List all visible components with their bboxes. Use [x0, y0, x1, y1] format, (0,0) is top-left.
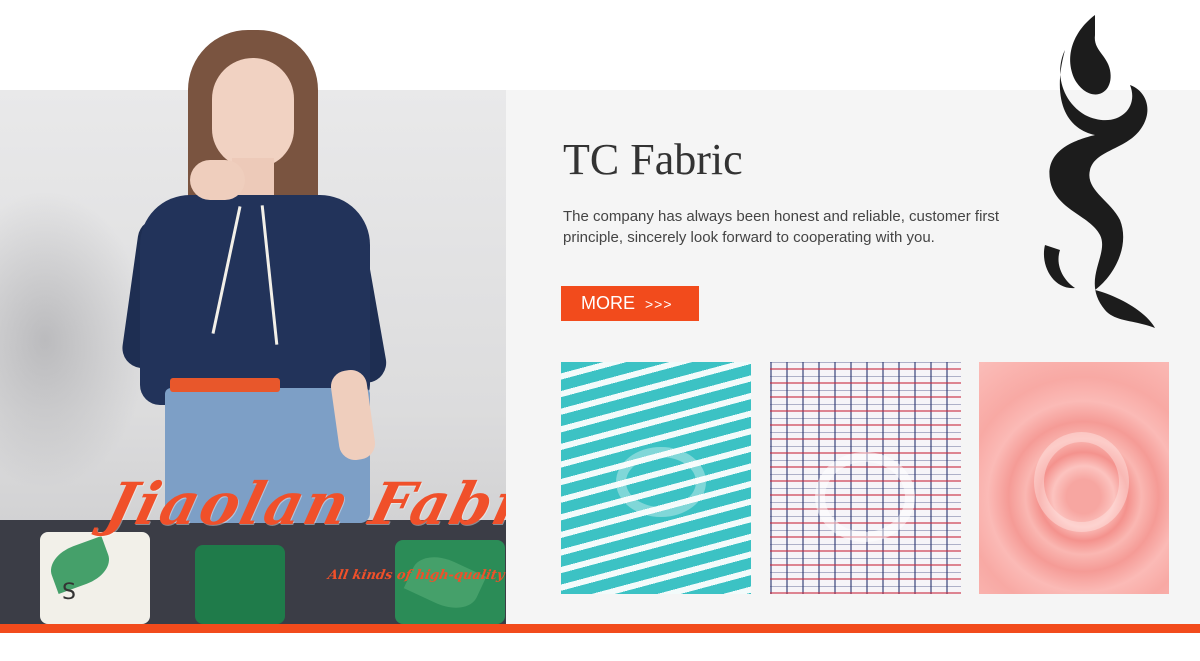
- fabric-swirl: [815, 452, 915, 542]
- description-text: The company has always been honest and r…: [563, 208, 1000, 246]
- more-arrows-icon: >>>: [645, 295, 673, 312]
- brand-tagline: All kinds of high-quality fabrics: [326, 568, 506, 583]
- pillow: [195, 545, 285, 624]
- fabric-swirl: [616, 447, 706, 517]
- banner: S Jiaolan Fabric All kinds of high-quali…: [0, 0, 1200, 661]
- model-belt: [170, 378, 280, 392]
- fabric-swirl: [1034, 432, 1129, 532]
- accent-bottom-line: [0, 624, 1200, 633]
- brand-script-logo: Jiaolan Fabric: [99, 470, 506, 538]
- fabric-swatch-jacquard[interactable]: [979, 362, 1169, 594]
- fabric-swatch-stripes[interactable]: [561, 362, 751, 594]
- phoenix-icon: [1043, 15, 1155, 328]
- pillow-letter: S: [62, 580, 76, 605]
- model-face: [212, 58, 294, 168]
- more-button-label: MORE: [581, 293, 635, 313]
- fabric-swatch-plaid[interactable]: [770, 362, 961, 594]
- page-title: TC Fabric: [563, 135, 743, 184]
- hero-photo: S Jiaolan Fabric All kinds of high-quali…: [0, 0, 506, 624]
- more-button[interactable]: MORE >>>: [561, 286, 699, 321]
- model-hand: [190, 160, 245, 200]
